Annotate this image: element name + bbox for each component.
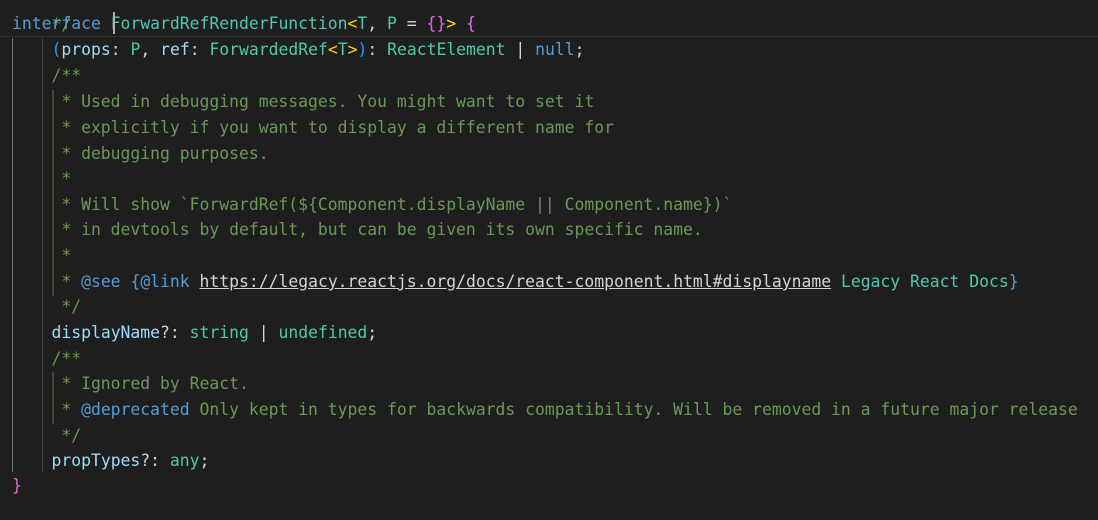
paren-open: ( <box>51 40 62 59</box>
doc-url-link[interactable]: https://legacy.reactjs.org/docs/react-co… <box>200 272 832 291</box>
interface-name: ForwardRefRenderFunction <box>110 14 348 33</box>
param-props: props <box>61 40 111 59</box>
code-line-3: /** <box>12 66 82 85</box>
code-line-1: interface ForwardRefRenderFunction<T, P … <box>12 11 476 37</box>
code-line-19: } <box>12 476 22 495</box>
code-line-11: * @see {@link https://legacy.reactjs.org… <box>12 272 1019 291</box>
type-p: P <box>130 40 141 59</box>
keyword-null: null <box>535 40 575 59</box>
code-editor[interactable]: */ interface ForwardRefRenderFunction<T,… <box>0 0 1098 520</box>
text-cursor <box>113 12 115 34</box>
brace-open: { <box>466 14 476 33</box>
code-line-5: * explicitly if you want to display a di… <box>12 118 614 137</box>
type-any: any <box>169 451 200 470</box>
jsdoc-link-tag: @link <box>140 272 190 291</box>
jsdoc-deprecated-tag: @deprecated <box>81 400 190 419</box>
equals: = <box>396 14 427 33</box>
code-line-13: displayName?: string | undefined; <box>51 323 378 342</box>
separator: , <box>367 14 388 33</box>
code-line-14: /** <box>12 349 82 368</box>
empty-object-type: {} <box>426 14 447 33</box>
param-ref: ref <box>160 40 190 59</box>
type-t: T <box>337 40 348 59</box>
code-line-10: * <box>12 246 72 265</box>
code-line-6: * debugging purposes. <box>12 144 269 163</box>
code-line-2: (props: P, ref: ForwardedRef<T>): ReactE… <box>51 40 585 59</box>
code-line-8: * Will show `ForwardRef(${Component.disp… <box>12 195 733 214</box>
jsdoc-see-tag: @see <box>81 272 121 291</box>
type-undefined: undefined <box>278 323 368 342</box>
paren-close: ) <box>357 40 368 59</box>
code-line-7: * <box>12 169 72 188</box>
type-string: string <box>189 323 249 342</box>
type-react-element: ReactElement <box>387 40 506 59</box>
code-line-17: */ <box>12 426 82 445</box>
code-line-15: * Ignored by React. <box>12 374 249 393</box>
code-line-18: propTypes?: any; <box>51 451 210 470</box>
prop-prop-types: propTypes <box>51 451 141 470</box>
code-line-4: * Used in debugging messages. You might … <box>12 92 595 111</box>
code-line-9: * in devtools by default, but can be giv… <box>12 220 703 239</box>
angle-bracket-close: > <box>446 14 457 33</box>
type-param-t: T <box>357 14 368 33</box>
keyword-interface: interface <box>12 14 101 33</box>
code-line-12: */ <box>12 297 82 316</box>
link-text: Legacy React Docs <box>831 272 1009 291</box>
type-forwarded-ref: ForwardedRef <box>209 40 328 59</box>
code-line-16: * @deprecated Only kept in types for bac… <box>12 400 1078 419</box>
type-param-p: P <box>387 14 397 33</box>
angle-bracket-open: < <box>347 14 358 33</box>
prop-display-name: displayName <box>51 323 161 342</box>
